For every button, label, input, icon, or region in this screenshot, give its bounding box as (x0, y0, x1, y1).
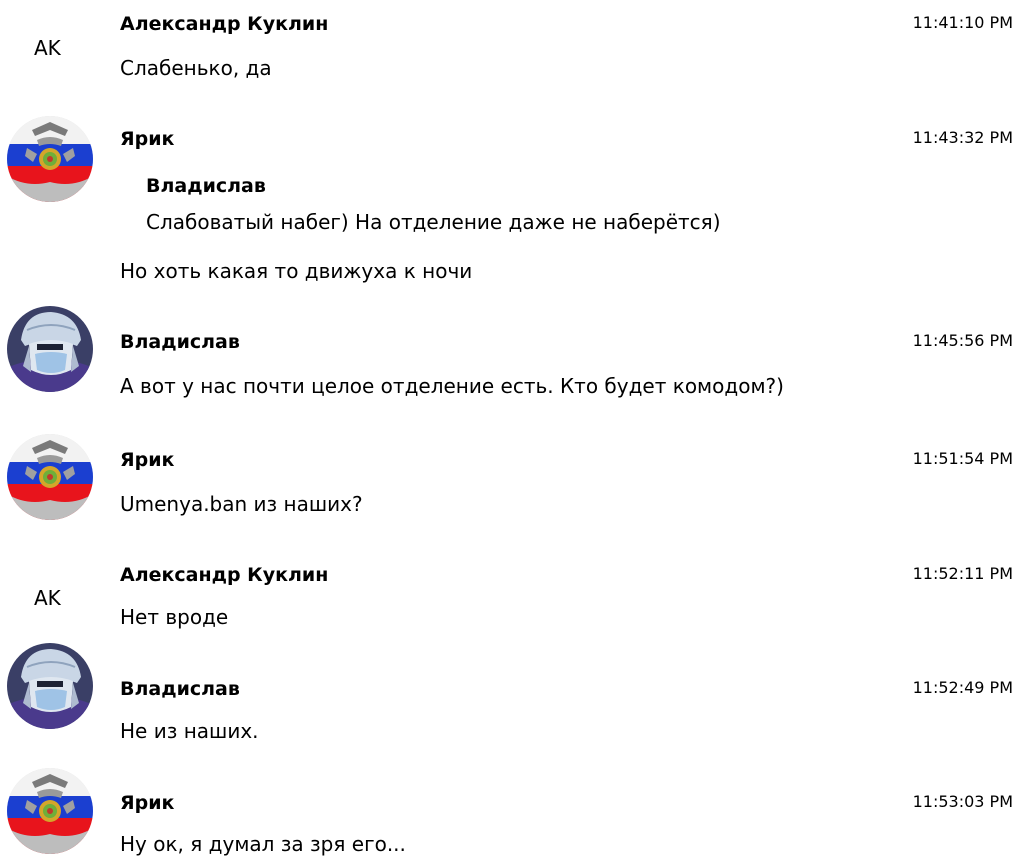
message-item: Ярик 11:51:54 PM Umenya.ban из наших? (0, 420, 1018, 530)
message-item: AK Александр Куклин 11:41:10 PM Слабеньк… (0, 0, 1018, 100)
message-timestamp: 11:41:10 PM (912, 13, 1013, 32)
message-author[interactable]: Владислав (120, 678, 240, 700)
avatar[interactable] (7, 306, 93, 392)
helmet-warrior-avatar-icon (7, 643, 93, 729)
helmet-warrior-avatar-icon (7, 306, 93, 392)
message-timestamp: 11:45:56 PM (912, 331, 1013, 350)
message-text: Не из наших. (120, 719, 259, 743)
message-item: Владислав 11:52:49 PM Не из наших. (0, 643, 1018, 753)
message-timestamp: 11:51:54 PM (912, 449, 1013, 468)
message-item: Ярик 11:53:03 PM Ну ок, я думал за зря е… (0, 758, 1018, 863)
avatar[interactable] (7, 643, 93, 729)
message-timestamp: 11:53:03 PM (912, 792, 1013, 811)
emblem-flag-avatar-icon (7, 768, 93, 854)
message-author[interactable]: Ярик (120, 128, 174, 150)
message-text: А вот у нас почти целое отделение есть. … (120, 374, 784, 398)
avatar[interactable] (7, 116, 93, 202)
quote-author: Владислав (146, 175, 266, 197)
message-timestamp: 11:43:32 PM (912, 128, 1013, 147)
avatar[interactable] (7, 768, 93, 854)
message-text: Слабенько, да (120, 56, 272, 80)
message-author[interactable]: Александр Куклин (120, 13, 328, 35)
emblem-flag-avatar-icon (7, 116, 93, 202)
message-author[interactable]: Александр Куклин (120, 564, 328, 586)
avatar-initials[interactable]: AK (34, 36, 61, 60)
message-item: AK Александр Куклин 11:52:11 PM Нет врод… (0, 536, 1018, 636)
message-author[interactable]: Владислав (120, 331, 240, 353)
message-item: Ярик 11:43:32 PM Владислав Слабоватый на… (0, 108, 1018, 298)
avatar-initials[interactable]: AK (34, 586, 61, 610)
emblem-flag-avatar-icon (7, 434, 93, 520)
avatar[interactable] (7, 434, 93, 520)
message-timestamp: 11:52:49 PM (912, 678, 1013, 697)
message-text: Umenya.ban из наших? (120, 492, 363, 516)
message-author[interactable]: Ярик (120, 792, 174, 814)
message-text: Ну ок, я думал за зря его... (120, 832, 406, 856)
message-item: Владислав 11:45:56 PM А вот у нас почти … (0, 306, 1018, 416)
message-text: Нет вроде (120, 605, 229, 629)
message-author[interactable]: Ярик (120, 449, 174, 471)
message-text: Но хоть какая то движуха к ночи (120, 259, 473, 283)
quote-text: Слабоватый набег) На отделение даже не н… (146, 210, 721, 234)
message-timestamp: 11:52:11 PM (912, 564, 1013, 583)
